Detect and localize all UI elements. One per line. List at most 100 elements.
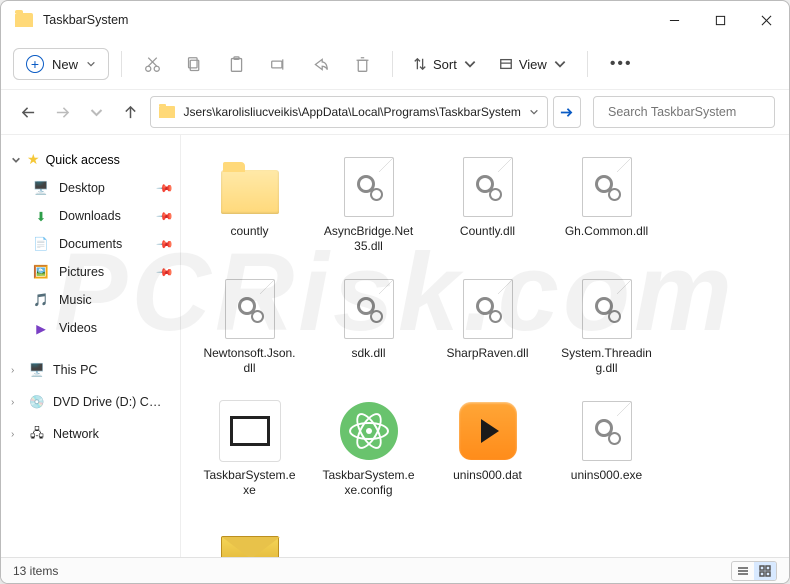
this-pc-label: This PC (53, 363, 97, 377)
address-path: Jsers\karolisliucveikis\AppData\Local\Pr… (183, 105, 520, 119)
sidebar-item-videos[interactable]: ▶ Videos (1, 314, 180, 342)
network[interactable]: ›🖧Network (1, 418, 180, 450)
divider (121, 51, 122, 77)
sidebar-item-label: Desktop (59, 181, 105, 195)
file-item[interactable]: unins000.dat (435, 391, 540, 511)
sort-label: Sort (433, 57, 457, 72)
view-label: View (519, 57, 547, 72)
music-icon: 🎵 (33, 292, 49, 308)
dll-icon (457, 278, 519, 340)
folder-icon (159, 106, 175, 118)
sidebar-item-label: Videos (59, 321, 97, 335)
sort-button[interactable]: Sort (405, 51, 485, 78)
file-item[interactable]: TaskbarSystem.exe.config (316, 391, 421, 511)
dll-icon (576, 400, 638, 462)
file-item[interactable]: System.Threading.dll (554, 269, 659, 389)
statusbar: 13 items (1, 557, 789, 583)
file-item[interactable]: TaskbarSystem.exe (197, 391, 302, 511)
file-item[interactable]: Gh.Common.dll (554, 147, 659, 267)
file-name: SharpRaven.dll (442, 346, 532, 361)
divider (587, 51, 588, 77)
sidebar-item-downloads[interactable]: ⬇ Downloads 📌 (1, 202, 180, 230)
dll-icon (338, 278, 400, 340)
file-name: unins000.dat (449, 468, 526, 483)
file-item[interactable]: AsyncBridge.Net35.dll (316, 147, 421, 267)
more-button[interactable]: ••• (600, 49, 643, 79)
file-item[interactable]: sdk.dll (316, 269, 421, 389)
pin-icon: 📌 (156, 263, 175, 282)
cut-button[interactable] (134, 46, 170, 82)
desktop-icon: 🖥️ (33, 180, 49, 196)
pc-icon: 🖥️ (29, 362, 45, 378)
window-controls (651, 1, 789, 39)
details-view-button[interactable] (732, 562, 754, 580)
titlebar: TaskbarSystem (1, 1, 789, 39)
paste-button[interactable] (218, 46, 254, 82)
orange-play-icon (457, 400, 519, 462)
chevron-down-icon (553, 57, 567, 71)
disc-icon: 💿 (29, 394, 45, 410)
folder-icon (15, 13, 33, 27)
refresh-go-button[interactable] (553, 96, 581, 128)
file-item[interactable]: unins000.exe (554, 391, 659, 511)
icons-view-button[interactable] (754, 562, 776, 580)
this-pc[interactable]: ›🖥️This PC (1, 354, 180, 386)
file-item[interactable]: Newtonsoft.Json.dll (197, 269, 302, 389)
dvd-drive[interactable]: ›💿DVD Drive (D:) CCCC (1, 386, 180, 418)
dll-icon (338, 156, 400, 218)
body: ★ Quick access 🖥️ Desktop 📌⬇ Downloads 📌… (1, 135, 789, 557)
file-name: Countly.dll (456, 224, 519, 239)
sidebar-item-label: Music (59, 293, 92, 307)
window-title: TaskbarSystem (43, 13, 651, 27)
search-input[interactable] (608, 105, 769, 119)
file-item[interactable]: SharpRaven.dll (435, 269, 540, 389)
file-name: TaskbarSystem.exe.config (317, 468, 420, 498)
document-icon: 📄 (33, 236, 49, 252)
sidebar-item-label: Documents (59, 237, 122, 251)
layout-toggle (731, 561, 777, 581)
atom-icon (338, 400, 400, 462)
copy-button[interactable] (176, 46, 212, 82)
file-name: unins000.exe (567, 468, 646, 483)
close-button[interactable] (743, 1, 789, 39)
search-box[interactable] (593, 96, 775, 128)
file-name: AsyncBridge.Net35.dll (317, 224, 420, 254)
sidebar-item-pictures[interactable]: 🖼️ Pictures 📌 (1, 258, 180, 286)
quick-access-label: Quick access (46, 153, 120, 167)
delete-button[interactable] (344, 46, 380, 82)
share-button[interactable] (302, 46, 338, 82)
recent-chevron[interactable] (83, 96, 111, 128)
up-button[interactable] (117, 96, 145, 128)
file-name: System.Threading.dll (555, 346, 658, 376)
sidebar-item-music[interactable]: 🎵 Music (1, 286, 180, 314)
file-item[interactable]: unins000.msg (197, 513, 302, 557)
new-button[interactable]: + New (13, 48, 109, 80)
pin-icon: 📌 (156, 207, 175, 226)
file-name: sdk.dll (347, 346, 389, 361)
divider (392, 51, 393, 77)
dll-icon (576, 156, 638, 218)
dvd-label: DVD Drive (D:) CCCC (53, 395, 163, 409)
file-item[interactable]: Countly.dll (435, 147, 540, 267)
back-button[interactable] (15, 96, 43, 128)
minimize-button[interactable] (651, 1, 697, 39)
forward-button[interactable] (49, 96, 77, 128)
file-item[interactable]: countly (197, 147, 302, 267)
rename-button[interactable] (260, 46, 296, 82)
address-bar[interactable]: Jsers\karolisliucveikis\AppData\Local\Pr… (150, 96, 547, 128)
sidebar-item-desktop[interactable]: 🖥️ Desktop 📌 (1, 174, 180, 202)
chevron-down-icon[interactable] (529, 107, 539, 117)
sidebar: ★ Quick access 🖥️ Desktop 📌⬇ Downloads 📌… (1, 135, 181, 557)
quick-access-header[interactable]: ★ Quick access (1, 145, 180, 174)
view-button[interactable]: View (491, 51, 575, 78)
explorer-window: TaskbarSystem + New Sort View (0, 0, 790, 584)
file-name: Gh.Common.dll (561, 224, 652, 239)
file-name: TaskbarSystem.exe (198, 468, 301, 498)
file-name: countly (226, 224, 272, 239)
videos-icon: ▶ (33, 320, 49, 336)
file-grid: countly AsyncBridge.Net35.dll Countly.dl… (181, 135, 789, 557)
maximize-button[interactable] (697, 1, 743, 39)
new-label: New (52, 57, 78, 72)
sidebar-item-documents[interactable]: 📄 Documents 📌 (1, 230, 180, 258)
chevron-down-icon (11, 155, 21, 165)
